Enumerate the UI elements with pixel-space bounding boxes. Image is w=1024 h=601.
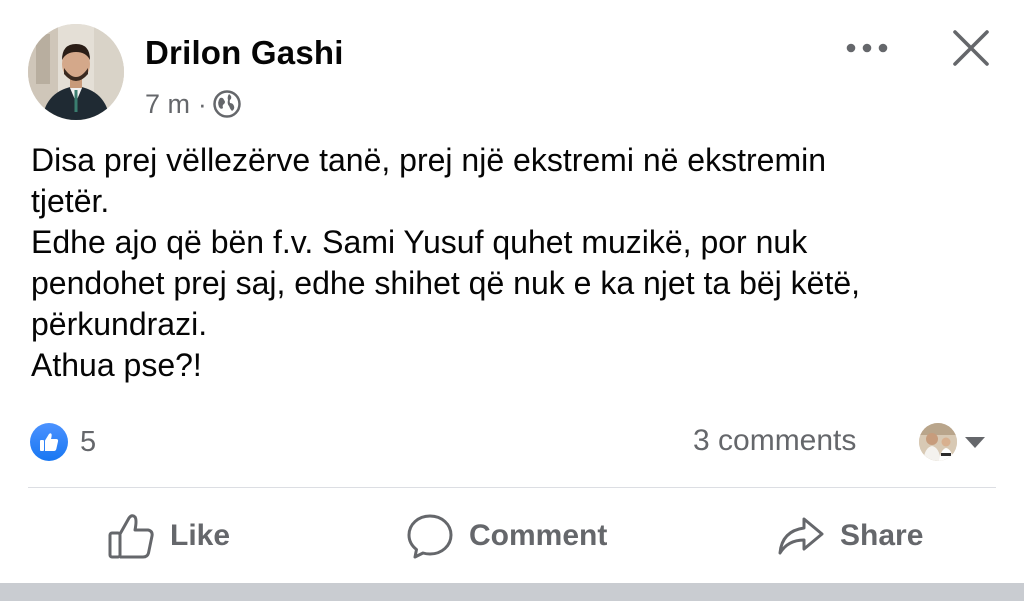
post-text-line: përkundrazi.	[31, 306, 208, 342]
comments-caret-button[interactable]	[963, 432, 987, 452]
feed-separator	[0, 583, 1024, 601]
post-text-line: tjetër.	[31, 183, 110, 219]
post-text-line: Edhe ajo që bën f.v. Sami Yusuf quhet mu…	[31, 224, 808, 260]
post-text-line: Athua pse?!	[31, 347, 202, 383]
profile-photo	[28, 24, 124, 120]
share-label: Share	[840, 519, 924, 552]
caret-down-icon	[965, 437, 985, 448]
meta-separator: ·	[198, 88, 207, 119]
more-options-button[interactable]	[840, 30, 894, 66]
share-arrow-icon	[778, 517, 824, 555]
reaction-count: 5	[80, 425, 97, 458]
divider	[28, 487, 996, 488]
commenter-avatar[interactable]	[919, 423, 957, 461]
thumbs-up-outline-icon	[108, 514, 154, 559]
like-button[interactable]: Like	[106, 508, 230, 564]
commenter-photo	[919, 423, 957, 461]
share-button[interactable]: Share	[776, 508, 923, 564]
thumbs-up-icon	[30, 423, 68, 461]
author-name[interactable]: Drilon Gashi	[145, 34, 344, 72]
globe-icon[interactable]	[212, 90, 241, 118]
more-dots-icon	[846, 43, 888, 53]
comments-count[interactable]: 3 comments	[693, 424, 856, 458]
post-text: Disa prej vëllezërve tanë, prej një ekst…	[31, 140, 991, 386]
author-avatar[interactable]	[28, 24, 124, 120]
comment-bubble-icon	[407, 514, 453, 559]
comment-label: Comment	[469, 519, 608, 552]
like-label: Like	[170, 519, 231, 552]
post-text-line: Disa prej vëllezërve tanë, prej një ekst…	[31, 142, 826, 178]
close-icon	[953, 30, 989, 66]
close-button[interactable]	[945, 22, 997, 74]
post-text-line: pendohet prej saj, edhe shihet që nuk e …	[31, 265, 861, 301]
post-time[interactable]: 7 m	[145, 89, 190, 120]
reactions-summary[interactable]: 5	[30, 422, 96, 462]
comment-button[interactable]: Comment	[405, 508, 607, 564]
post-meta: 7 m ·	[145, 86, 241, 122]
facebook-post: Drilon Gashi 7 m · Disa prej vëllezërve …	[0, 0, 1024, 601]
